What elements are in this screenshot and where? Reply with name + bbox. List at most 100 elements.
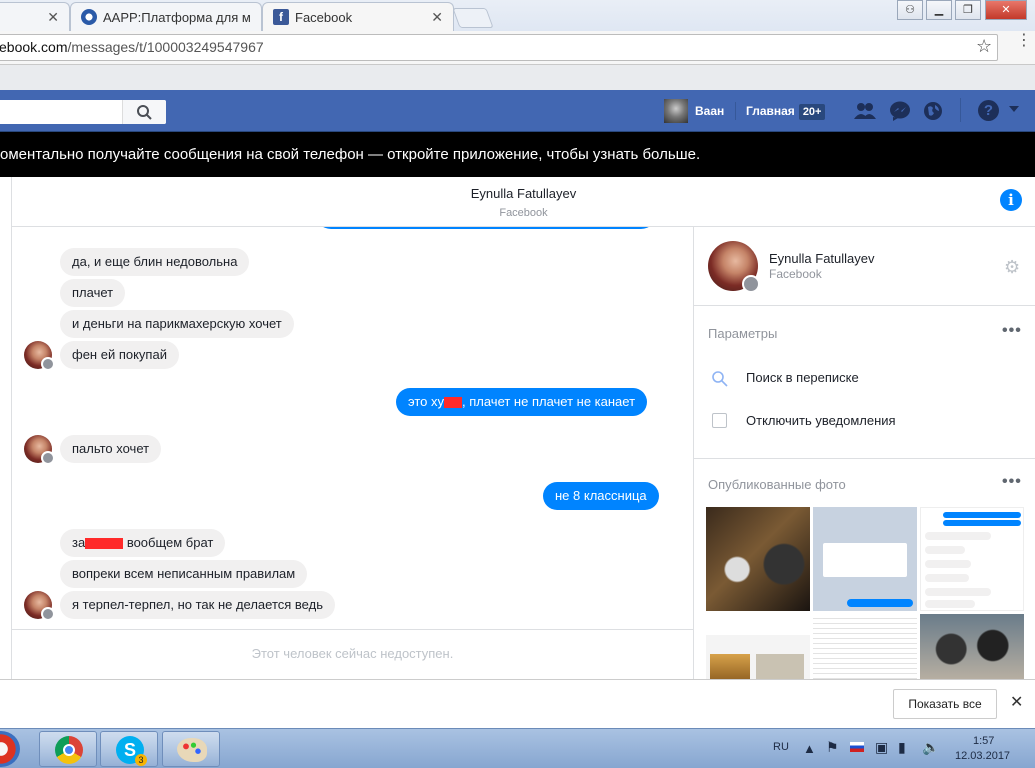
shared-photo-thumbnail[interactable] xyxy=(706,507,810,611)
close-downloads-bar-icon[interactable]: ✕ xyxy=(1010,692,1023,712)
header-divider xyxy=(735,102,736,120)
unavailable-notice: Этот человек сейчас недоступен. xyxy=(12,629,693,679)
friend-requests-icon[interactable] xyxy=(853,101,877,121)
paint-palette-icon xyxy=(177,738,207,762)
chrome-icon xyxy=(55,736,83,764)
options-heading: Параметры xyxy=(708,326,778,341)
close-window-icon[interactable]: ✕ xyxy=(985,0,1027,20)
message-bubble-incoming[interactable]: пальто хочет xyxy=(60,435,162,463)
network-signal-icon[interactable]: ▮ xyxy=(898,739,906,768)
taskbar-skype-button[interactable]: S 3 xyxy=(100,731,158,767)
bookmark-star-icon[interactable]: ☆ xyxy=(976,36,992,57)
account-menu-chevron-icon[interactable] xyxy=(1009,106,1019,112)
start-button-icon[interactable] xyxy=(0,731,20,767)
facebook-favicon-icon: f xyxy=(273,9,289,25)
url-domain: ebook.com xyxy=(0,39,68,55)
profile-link[interactable]: Ваан xyxy=(695,90,724,132)
close-tab-icon[interactable]: ✕ xyxy=(431,9,443,26)
aapp-favicon-icon xyxy=(81,9,97,25)
shared-photos-heading: Опубликованные фото xyxy=(708,477,846,492)
contact-subtitle: Facebook xyxy=(769,267,822,281)
conversation-title[interactable]: Eynulla Fatullayev xyxy=(12,186,1035,201)
tab-title: Facebook xyxy=(295,9,353,25)
tab-title: AAPP:Платформа для м xyxy=(103,9,251,25)
tray-security-icon[interactable]: ▣ xyxy=(875,739,888,768)
shared-photo-thumbnail[interactable] xyxy=(706,614,810,679)
message-text-end: , плачет не плачет не канает xyxy=(462,394,636,409)
banner-text: оментально получайте сообщения на свой т… xyxy=(0,146,701,163)
mute-notifications-checkbox[interactable] xyxy=(712,413,727,428)
search-button[interactable] xyxy=(122,100,166,124)
user-avatar[interactable] xyxy=(664,99,688,123)
search-icon xyxy=(712,371,728,387)
browser-tab-aapp[interactable]: AAPP:Платформа для м xyxy=(70,2,262,31)
message-text-start: за xyxy=(72,535,86,550)
input-language-indicator[interactable]: RU xyxy=(773,741,789,768)
conversation-header: Eynulla Fatullayev Facebook i xyxy=(12,177,1035,227)
volume-icon[interactable]: 🔈 xyxy=(922,739,939,768)
options-more-icon[interactable]: ••• xyxy=(1002,322,1022,340)
page-background xyxy=(0,65,1035,90)
shared-photo-thumbnail[interactable] xyxy=(813,614,917,679)
facebook-search-input[interactable] xyxy=(0,100,166,124)
tray-flag-icon[interactable]: ⚑ xyxy=(826,739,839,768)
browser-toolbar: ebook.com/messages/t/100003249547967 ☆ ⋮ xyxy=(0,31,1035,65)
message-bubble-incoming[interactable]: фен ей покупай xyxy=(60,341,179,369)
help-icon[interactable]: ? xyxy=(978,100,999,121)
message-bubble-outgoing[interactable]: не 8 классница xyxy=(543,482,659,510)
browser-tab-previous[interactable]: ✕ xyxy=(0,2,70,31)
message-list[interactable]: да, и еще блин недовольна плачет и деньг… xyxy=(12,227,693,679)
user-profile-icon[interactable]: ⚇ xyxy=(897,0,923,20)
search-in-conversation-option[interactable]: Поиск в переписке xyxy=(746,370,859,385)
notifications-globe-icon[interactable] xyxy=(922,100,944,122)
settings-gear-icon[interactable]: ⚙ xyxy=(1004,257,1020,278)
clock-date[interactable]: 12.03.2017 xyxy=(955,750,1010,768)
sender-avatar[interactable] xyxy=(24,341,55,371)
close-tab-icon[interactable]: ✕ xyxy=(47,9,59,26)
message-bubble-incoming[interactable]: плачет xyxy=(60,279,126,307)
shared-photo-thumbnail[interactable] xyxy=(920,614,1024,679)
windows-taskbar: S 3 RU ▲ ⚑ ▣ ▮ 🔈 1:57 12.03.2017 xyxy=(0,728,1035,768)
conversation-subtitle: Facebook xyxy=(499,207,548,219)
home-label: Главная xyxy=(746,104,795,118)
redaction-mark xyxy=(444,397,462,409)
photos-more-icon[interactable]: ••• xyxy=(1002,473,1022,491)
skype-badge: 3 xyxy=(135,754,147,766)
redaction-mark xyxy=(85,538,124,550)
minimize-window-icon[interactable]: ▁ xyxy=(926,0,952,20)
taskbar-chrome-button[interactable] xyxy=(39,731,97,767)
message-bubble-outgoing-cut xyxy=(315,227,657,229)
keyboard-layout-flag-icon[interactable] xyxy=(850,742,864,752)
message-bubble-outgoing[interactable]: это ху , плачет не плачет не канает xyxy=(396,388,648,416)
shared-photo-thumbnail[interactable] xyxy=(920,507,1024,611)
app-promo-banner[interactable]: оментально получайте сообщения на свой т… xyxy=(0,132,1035,177)
browser-tab-facebook[interactable]: f Facebook ✕ xyxy=(262,2,454,31)
divider xyxy=(694,305,1035,306)
downloads-bar: Показать все ✕ xyxy=(0,679,1035,728)
url-path: /messages/t/100003249547967 xyxy=(67,39,264,55)
message-bubble-incoming[interactable]: я терпел-терпел, но так не делается ведь xyxy=(60,591,335,619)
sender-avatar[interactable] xyxy=(24,591,55,621)
taskbar-paint-button[interactable] xyxy=(162,731,220,767)
contact-name[interactable]: Eynulla Fatullayev xyxy=(769,251,875,266)
mute-notifications-option[interactable]: Отключить уведомления xyxy=(746,413,896,428)
address-bar[interactable]: ebook.com/messages/t/100003249547967 xyxy=(0,34,998,61)
restore-window-icon[interactable]: ❐ xyxy=(955,0,981,20)
search-icon xyxy=(137,105,152,120)
shared-photo-thumbnail[interactable] xyxy=(813,507,917,611)
tray-expand-icon[interactable]: ▲ xyxy=(803,741,816,768)
conversation-info-icon[interactable]: i xyxy=(1000,189,1022,211)
message-bubble-incoming[interactable]: за вообщем брат xyxy=(60,529,226,557)
contact-avatar[interactable] xyxy=(708,241,760,293)
message-bubble-incoming[interactable]: да, и еще блин недовольна xyxy=(60,248,250,276)
home-link[interactable]: Главная 20+ xyxy=(746,90,826,132)
messenger-icon[interactable] xyxy=(889,101,911,121)
show-all-downloads-button[interactable]: Показать все xyxy=(893,689,997,719)
divider xyxy=(694,458,1035,459)
message-bubble-incoming[interactable]: вопреки всем неписанным правилам xyxy=(60,560,308,588)
message-bubble-incoming[interactable]: и деньги на парикмахерскую хочет xyxy=(60,310,294,338)
new-tab-button[interactable] xyxy=(452,8,494,28)
browser-menu-icon[interactable]: ⋮ xyxy=(1016,33,1032,49)
message-text-start: это ху xyxy=(408,394,444,409)
sender-avatar[interactable] xyxy=(24,435,55,465)
